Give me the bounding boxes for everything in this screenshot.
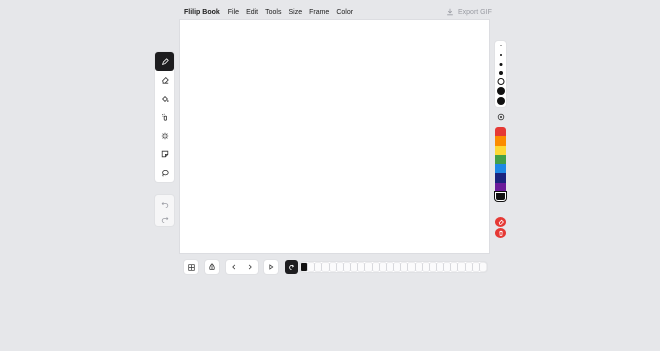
- undo-icon: [161, 201, 168, 208]
- color-swatch-navy[interactable]: [495, 173, 506, 183]
- menu-file[interactable]: File: [228, 9, 239, 16]
- brush-size-5-selected[interactable]: [497, 78, 504, 85]
- tool-fill[interactable]: [155, 89, 174, 108]
- color-swatch-purple[interactable]: [495, 182, 506, 193]
- timeline-frame[interactable]: [315, 263, 322, 271]
- color-palette: [495, 127, 506, 202]
- brush-size-4[interactable]: [498, 71, 503, 75]
- next-frame-button[interactable]: [242, 260, 258, 274]
- timeline-frame[interactable]: [365, 263, 372, 271]
- tool-sticker[interactable]: [155, 145, 174, 164]
- grid-icon: [187, 263, 195, 271]
- color-swatch-red[interactable]: [495, 127, 506, 137]
- timeline-frame[interactable]: [372, 263, 379, 271]
- clear-frame-button[interactable]: [495, 217, 506, 227]
- brush-size-2[interactable]: [499, 54, 502, 56]
- spray-can-icon: [161, 113, 167, 121]
- timeline-frame[interactable]: [329, 263, 336, 271]
- tool-eraser[interactable]: [155, 71, 174, 90]
- drawing-canvas[interactable]: [180, 20, 489, 253]
- tool-lasso[interactable]: [155, 163, 174, 182]
- timeline-frame[interactable]: [436, 263, 444, 271]
- timeline-frame[interactable]: [386, 263, 394, 271]
- menu-tools[interactable]: Tools: [265, 9, 281, 16]
- timeline-frame[interactable]: [408, 263, 415, 271]
- tool-pencil[interactable]: [155, 52, 174, 71]
- tool-sparkle[interactable]: [155, 126, 174, 145]
- grid-toggle-button[interactable]: [184, 260, 198, 274]
- timeline-frame[interactable]: [451, 263, 458, 271]
- lasso-icon: [161, 169, 169, 177]
- eraser-icon: [161, 77, 169, 84]
- history-controls: [155, 195, 174, 226]
- trash-icon: [498, 230, 503, 236]
- timeline-frame[interactable]: [479, 263, 487, 271]
- play-icon: [269, 264, 274, 270]
- loop-button[interactable]: [285, 260, 298, 274]
- brush-size-1[interactable]: [500, 45, 501, 46]
- chevron-left-icon: [232, 264, 236, 270]
- timeline-frame[interactable]: [429, 263, 436, 271]
- undo-button[interactable]: [155, 196, 174, 211]
- menu-color[interactable]: Color: [336, 9, 353, 16]
- menu-size[interactable]: Size: [288, 9, 302, 16]
- download-icon: [447, 8, 453, 16]
- brush-size-7[interactable]: [496, 97, 505, 105]
- timeline-frame[interactable]: [444, 263, 451, 271]
- onion-icon: [209, 263, 215, 270]
- eraser-icon: [498, 219, 504, 225]
- target-icon: [497, 113, 504, 120]
- timeline-frame[interactable]: [351, 263, 358, 271]
- pencil-icon: [161, 57, 169, 65]
- play-button[interactable]: [264, 260, 278, 274]
- frame-timeline: [300, 262, 487, 272]
- timeline-frame[interactable]: [379, 263, 386, 271]
- menu-frame[interactable]: Frame: [309, 9, 329, 16]
- onion-skin-button[interactable]: [205, 260, 219, 274]
- export-gif-button[interactable]: Export GIF: [446, 5, 492, 19]
- chevron-right-icon: [248, 264, 252, 270]
- timeline-frame[interactable]: [336, 263, 343, 271]
- previous-frame-button[interactable]: [226, 260, 242, 274]
- brush-size-6[interactable]: [496, 87, 505, 95]
- frame-navigation: [226, 260, 258, 274]
- timeline-frame[interactable]: [415, 263, 422, 271]
- sticker-icon: [161, 150, 168, 158]
- menu-bar: Flilip Book File Edit Tools Size Frame C…: [184, 5, 360, 19]
- timeline-frame[interactable]: [343, 263, 351, 271]
- color-swatch-yellow[interactable]: [495, 145, 506, 155]
- export-gif-label: Export GIF: [458, 8, 492, 16]
- timeline-frame[interactable]: [322, 263, 329, 271]
- timeline-frame[interactable]: [308, 263, 315, 271]
- color-swatch-green[interactable]: [495, 154, 506, 165]
- timeline-frame[interactable]: [301, 263, 308, 271]
- color-swatch-black-selected[interactable]: [495, 192, 506, 202]
- loop-icon: [289, 264, 295, 270]
- delete-frame-button[interactable]: [495, 228, 506, 238]
- paint-bucket-icon: [161, 95, 169, 102]
- timeline-frame[interactable]: [465, 263, 472, 271]
- brush-size-picker: [495, 41, 506, 107]
- redo-button[interactable]: [155, 211, 174, 226]
- redo-icon: [161, 216, 168, 223]
- color-swatch-blue[interactable]: [495, 164, 506, 174]
- brush-size-3[interactable]: [499, 63, 502, 66]
- sparkle-icon: [161, 132, 168, 139]
- timeline-frame[interactable]: [472, 263, 479, 271]
- opacity-toggle[interactable]: [495, 111, 506, 122]
- timeline-frame[interactable]: [358, 263, 365, 271]
- timeline-frame[interactable]: [401, 263, 408, 271]
- menu-edit[interactable]: Edit: [246, 9, 258, 16]
- tool-palette: [155, 52, 174, 182]
- app-title: Flilip Book: [184, 8, 220, 16]
- tool-spray[interactable]: [155, 108, 174, 127]
- color-swatch-orange[interactable]: [495, 136, 506, 146]
- timeline-frame[interactable]: [458, 263, 465, 271]
- timeline-frame[interactable]: [422, 263, 429, 271]
- timeline-frame[interactable]: [394, 263, 401, 271]
